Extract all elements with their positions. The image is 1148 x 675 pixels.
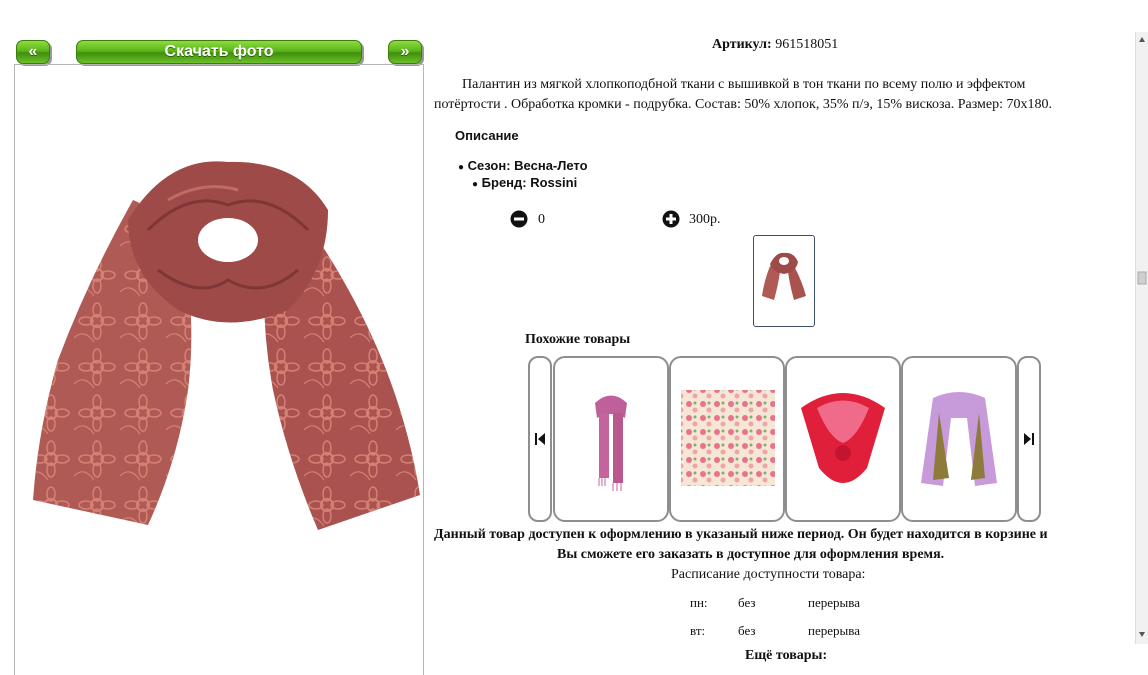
plus-icon[interactable] <box>662 210 680 228</box>
availability-notice-1: Данный товар доступен к оформлению в ука… <box>434 527 1048 542</box>
article-line: Артикул: 961518051 <box>712 37 838 53</box>
similar-item-1-image <box>595 395 627 491</box>
similar-item-4[interactable] <box>901 356 1017 522</box>
similar-heading: Похожие товары <box>525 332 631 347</box>
skip-back-icon <box>535 433 545 445</box>
feature-season-text: Сезон: Весна-Лето <box>467 158 588 173</box>
schedule-day: пн: <box>690 595 708 610</box>
thumbnail-scarf-image <box>762 252 806 300</box>
price-value: 300р. <box>689 212 721 227</box>
schedule-end: перерыва <box>808 595 860 610</box>
article-value: 961518051 <box>775 37 839 52</box>
minus-icon[interactable] <box>510 210 528 228</box>
similar-item-4-image <box>921 392 997 486</box>
similar-item-1[interactable] <box>553 356 669 522</box>
description-heading: Описание <box>455 128 519 143</box>
feature-brand: ● Бренд: Rossini <box>472 175 578 190</box>
description-line-1: Палантин из мягкой хлопкоподбной ткани с… <box>462 77 1026 92</box>
similar-prev-button[interactable] <box>528 356 552 522</box>
prev-photo-button[interactable]: « <box>16 40 50 64</box>
schedule-start: без <box>738 623 756 638</box>
similar-item-2[interactable] <box>669 356 785 522</box>
quantity-value: 0 <box>538 212 545 227</box>
schedule-end: перерыва <box>808 623 860 638</box>
skip-forward-icon <box>1024 433 1034 445</box>
schedule-start: без <box>738 595 756 610</box>
similar-next-button[interactable] <box>1017 356 1041 522</box>
availability-notice-2: Вы сможете его заказать в доступное для … <box>557 547 945 562</box>
next-photo-button[interactable]: » <box>388 40 422 64</box>
schedule-title: Расписание доступности товара: <box>671 567 866 582</box>
schedule-day: вт: <box>690 623 706 638</box>
scrollbar-track <box>1137 37 1147 637</box>
vertical-scrollbar[interactable] <box>1135 32 1148 644</box>
similar-item-3[interactable] <box>785 356 901 522</box>
selected-thumbnail[interactable] <box>753 235 815 327</box>
description-line-2: потёртости . Обработка кромки - подрубка… <box>434 97 1052 112</box>
article-label: Артикул: <box>712 37 772 52</box>
download-photo-button[interactable]: Скачать фото <box>76 40 362 64</box>
more-items-heading: Ещё товары: <box>745 648 828 663</box>
similar-item-3-image <box>801 393 885 483</box>
feature-season: ● Сезон: Весна-Лето <box>458 158 588 173</box>
similar-item-2-image <box>681 390 775 486</box>
main-product-photo[interactable] <box>28 160 423 535</box>
feature-brand-text: Бренд: Rossini <box>481 175 578 190</box>
